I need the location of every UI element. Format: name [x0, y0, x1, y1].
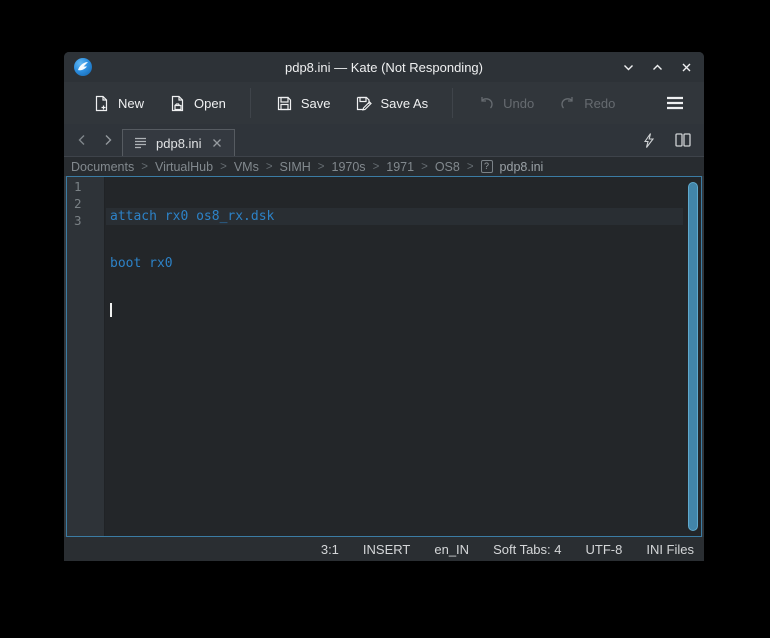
- save-as-button-label: Save As: [380, 96, 428, 111]
- undo-button[interactable]: Undo: [469, 89, 542, 118]
- open-button-label: Open: [194, 96, 226, 111]
- breadcrumb-separator: >: [220, 161, 227, 173]
- open-document-icon: [168, 94, 187, 113]
- status-filetype[interactable]: INI Files: [646, 542, 694, 557]
- tab-label: pdp8.ini: [156, 136, 202, 151]
- tabbar-tools: [640, 124, 704, 156]
- split-view-icon[interactable]: [674, 131, 692, 149]
- unknown-filetype-icon: ?: [481, 160, 493, 173]
- breadcrumb-item-documents[interactable]: Documents: [71, 160, 134, 174]
- redo-icon: [558, 94, 577, 113]
- breadcrumb-item-1971[interactable]: 1971: [386, 160, 414, 174]
- save-as-button[interactable]: Save As: [346, 89, 436, 118]
- code-line-1-text: attach rx0 os8_rx.dsk: [110, 209, 274, 224]
- window-controls: [621, 60, 694, 75]
- tab-close-icon[interactable]: [210, 136, 224, 150]
- breadcrumb-item-simh[interactable]: SIMH: [280, 160, 311, 174]
- main-toolbar: New Open Save: [64, 82, 704, 124]
- window-title: pdp8.ini — Kate (Not Responding): [64, 60, 704, 75]
- code-area[interactable]: attach rx0 os8_rx.dsk boot rx0: [106, 177, 683, 349]
- breadcrumb-separator: >: [266, 161, 273, 173]
- text-cursor: [110, 303, 112, 317]
- code-line-1[interactable]: attach rx0 os8_rx.dsk: [106, 208, 683, 225]
- save-button[interactable]: Save: [267, 89, 339, 118]
- status-tab-mode[interactable]: Soft Tabs: 4: [493, 542, 561, 557]
- line-number: 1: [67, 178, 104, 195]
- status-input-mode[interactable]: INSERT: [363, 542, 410, 557]
- quick-open-bolt-icon[interactable]: [640, 131, 658, 149]
- status-dictionary[interactable]: en_IN: [434, 542, 469, 557]
- new-document-icon: [92, 94, 111, 113]
- tab-prev-icon[interactable]: [74, 132, 90, 148]
- new-button[interactable]: New: [84, 89, 152, 118]
- editor-scrollbar: [688, 182, 698, 531]
- scrollbar-thumb[interactable]: [688, 182, 698, 531]
- tab-next-icon[interactable]: [100, 132, 116, 148]
- desktop: { "window": { "title": "pdp8.ini — Kate …: [0, 0, 770, 638]
- line-number: 3: [67, 212, 104, 229]
- tab-navigation: [72, 124, 122, 156]
- save-button-label: Save: [301, 96, 331, 111]
- kate-window: pdp8.ini — Kate (Not Responding) Ne: [64, 52, 704, 561]
- kate-app-icon[interactable]: [74, 58, 92, 76]
- breadcrumb-item-virtualhub[interactable]: VirtualHub: [155, 160, 213, 174]
- line-number-gutter[interactable]: 1 2 3: [67, 177, 105, 536]
- editor-view[interactable]: 1 2 3 attach rx0 os8_rx.dsk boot rx0: [66, 176, 702, 537]
- breadcrumb-item-vms[interactable]: VMs: [234, 160, 259, 174]
- redo-button[interactable]: Redo: [550, 89, 623, 118]
- breadcrumb: Documents > VirtualHub > VMs > SIMH > 19…: [64, 157, 704, 176]
- save-as-icon: [354, 94, 373, 113]
- breadcrumb-separator: >: [421, 161, 428, 173]
- text-document-icon: [133, 137, 148, 150]
- tabbar-spacer: [235, 124, 640, 156]
- menu-hamburger-icon[interactable]: [660, 88, 690, 118]
- redo-button-label: Redo: [584, 96, 615, 111]
- breadcrumb-separator: >: [141, 161, 148, 173]
- code-line-2[interactable]: boot rx0: [106, 255, 683, 272]
- save-icon: [275, 94, 294, 113]
- breadcrumb-file-pdp8-ini[interactable]: pdp8.ini: [500, 160, 544, 174]
- breadcrumb-separator: >: [373, 161, 380, 173]
- open-button[interactable]: Open: [160, 89, 234, 118]
- code-line-3[interactable]: [106, 302, 683, 319]
- undo-button-label: Undo: [503, 96, 534, 111]
- status-cursor-position[interactable]: 3:1: [321, 542, 339, 557]
- toolbar-separator: [452, 88, 453, 118]
- line-number: 2: [67, 195, 104, 212]
- minimize-icon[interactable]: [621, 60, 636, 75]
- status-encoding[interactable]: UTF-8: [585, 542, 622, 557]
- undo-icon: [477, 94, 496, 113]
- maximize-icon[interactable]: [650, 60, 665, 75]
- toolbar-separator: [250, 88, 251, 118]
- tab-bar: pdp8.ini: [64, 124, 704, 157]
- code-line-2-text: boot rx0: [110, 256, 173, 271]
- tab-pdp8-ini[interactable]: pdp8.ini: [122, 129, 235, 156]
- status-bar: 3:1 INSERT en_IN Soft Tabs: 4 UTF-8 INI …: [64, 537, 704, 561]
- breadcrumb-item-os8[interactable]: OS8: [435, 160, 460, 174]
- breadcrumb-separator: >: [467, 161, 474, 173]
- close-icon[interactable]: [679, 60, 694, 75]
- titlebar: pdp8.ini — Kate (Not Responding): [64, 52, 704, 82]
- breadcrumb-separator: >: [318, 161, 325, 173]
- new-button-label: New: [118, 96, 144, 111]
- breadcrumb-item-1970s[interactable]: 1970s: [332, 160, 366, 174]
